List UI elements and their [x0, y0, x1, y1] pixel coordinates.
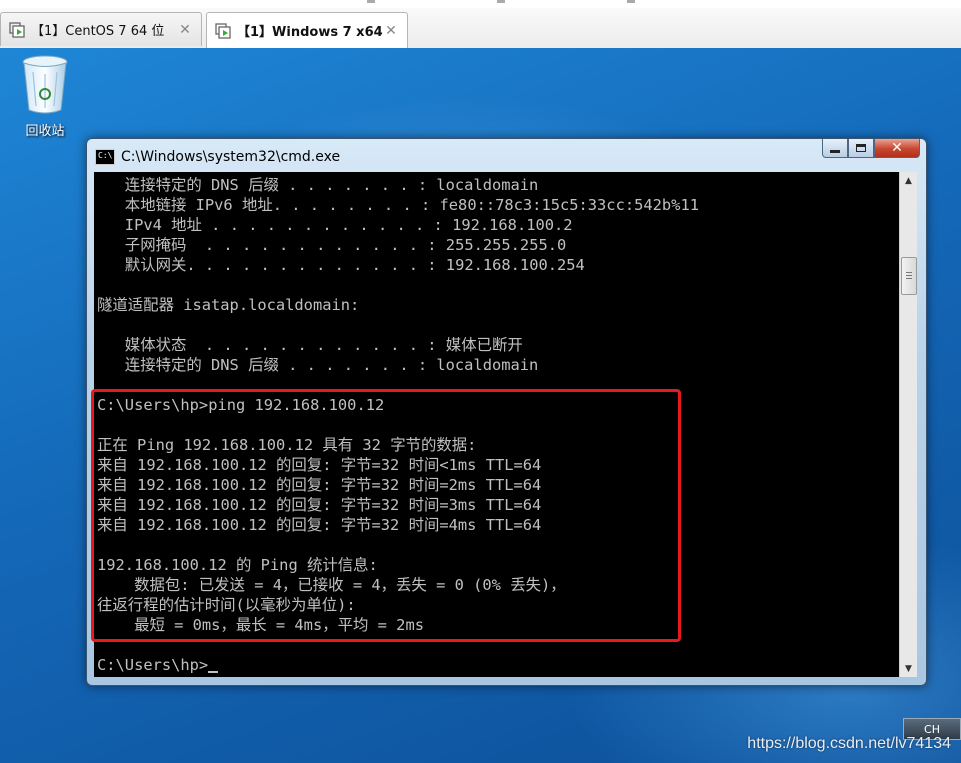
scroll-down-arrow-icon[interactable]: ▼: [900, 660, 917, 677]
text-cursor: [208, 671, 219, 673]
console-line: 隧道适配器 isatap.localdomain:: [97, 296, 360, 314]
console-line: 本地链接 IPv6 地址. . . . . . . . : fe80::78c3…: [97, 196, 699, 214]
grip-line: [906, 272, 912, 273]
minimize-icon: [830, 149, 840, 153]
window-titlebar[interactable]: C:\ C:\Windows\system32\cmd.exe: [95, 147, 340, 167]
scroll-up-arrow-icon[interactable]: ▲: [900, 172, 917, 189]
close-icon: ✕: [891, 140, 903, 156]
vm-icon: [215, 22, 231, 39]
strip-mark: [497, 0, 505, 3]
close-button[interactable]: ✕: [874, 139, 920, 158]
grip-line: [906, 275, 912, 276]
host-top-strip: [0, 0, 961, 8]
strip-mark: [627, 0, 635, 3]
vm-icon: [9, 21, 25, 38]
recycle-bin-label: 回收站: [25, 124, 65, 139]
strip-mark: [367, 0, 375, 3]
grip-line: [906, 278, 912, 279]
scrollbar-thumb[interactable]: [901, 257, 917, 295]
tab-label: 【1】Windows 7 x64: [237, 25, 383, 40]
close-icon[interactable]: ✕: [177, 22, 193, 38]
tab-centos[interactable]: 【1】CentOS 7 64 位 ✕: [0, 12, 202, 46]
console-line: 子网掩码 . . . . . . . . . . . . : 255.255.2…: [97, 236, 567, 254]
watermark: https://blog.csdn.net/lv74134: [747, 735, 951, 752]
close-icon[interactable]: ✕: [383, 23, 399, 39]
console-line: IPv4 地址 . . . . . . . . . . . . : 192.16…: [97, 216, 573, 234]
console-line: 默认网关. . . . . . . . . . . . . : 192.168.…: [97, 256, 585, 274]
window-title: C:\Windows\system32\cmd.exe: [121, 149, 341, 165]
language-label: CH: [924, 722, 940, 736]
console-line: C:\Users\hp>: [97, 656, 209, 674]
vertical-scrollbar[interactable]: ▲ ▼: [899, 172, 917, 677]
tab-windows7[interactable]: 【1】Windows 7 x64 ✕: [206, 12, 408, 48]
console-line: 连接特定的 DNS 后缀 . . . . . . . : localdomain: [97, 356, 539, 374]
highlight-box: [91, 389, 681, 642]
recycle-bin-icon: [22, 55, 68, 114]
maximize-button[interactable]: [848, 139, 874, 158]
maximize-icon: [856, 144, 866, 152]
cmd-icon: C:\: [95, 149, 115, 165]
window-controls: ✕: [822, 139, 920, 160]
minimize-button[interactable]: [822, 139, 848, 158]
console-line: 媒体状态 . . . . . . . . . . . . : 媒体已断开: [97, 336, 523, 354]
console-line: 连接特定的 DNS 后缀 . . . . . . . : localdomain: [97, 176, 539, 194]
vm-tab-bar: 【1】CentOS 7 64 位 ✕ 【1】Windows 7 x64 ✕: [0, 8, 961, 49]
recycle-bin[interactable]: 回收站: [12, 54, 78, 139]
tab-label: 【1】CentOS 7 64 位: [31, 24, 165, 39]
